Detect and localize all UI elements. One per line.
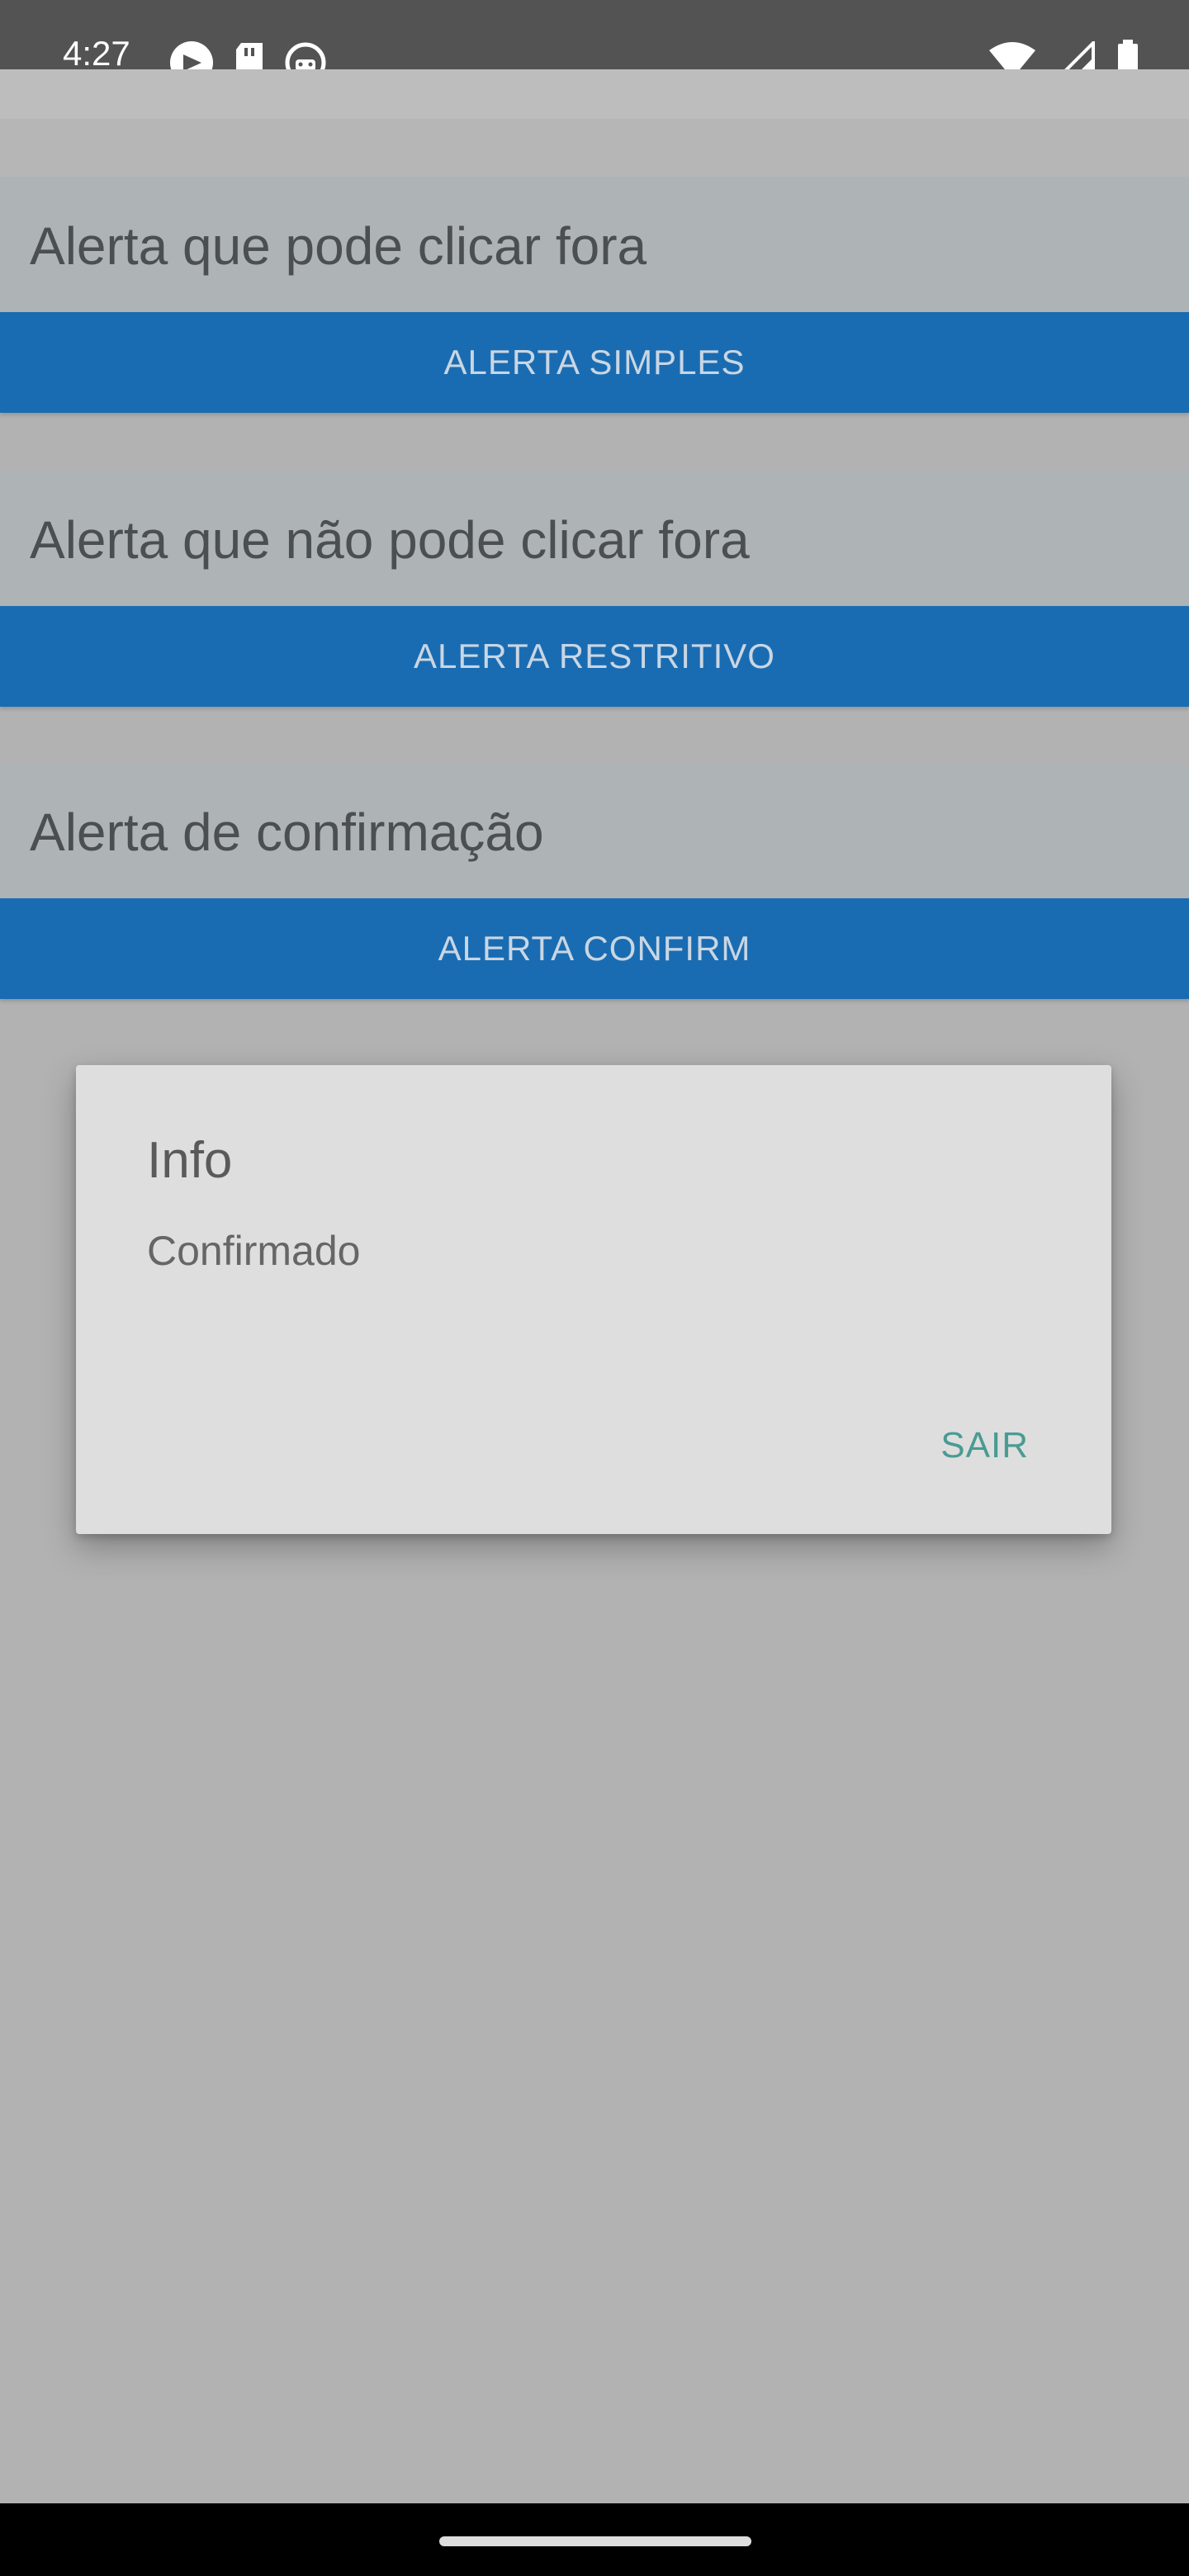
home-gesture-handle[interactable] [439, 2536, 751, 2546]
navigation-bar [0, 2503, 1189, 2576]
app-bar [0, 69, 1189, 119]
alert-simple-button[interactable]: ALERTA SIMPLES [0, 312, 1189, 413]
dialog-exit-button[interactable]: SAIR [940, 1425, 1029, 1466]
section-confirm-label: Alerta de confirmação [30, 803, 544, 862]
dialog-title: Info [147, 1132, 233, 1189]
info-dialog: Info Confirmado SAIR [76, 1065, 1111, 1534]
section-restrictive-label: Alerta que não pode clicar fora [30, 510, 750, 570]
status-bar: 4:27 [0, 0, 1189, 84]
alert-restrictive-button[interactable]: ALERTA RESTRITIVO [0, 606, 1189, 707]
alert-confirm-button[interactable]: ALERTA CONFIRM [0, 898, 1189, 999]
dialog-message: Confirmado [147, 1228, 361, 1274]
section-simple-label: Alerta que pode clicar fora [30, 216, 647, 276]
status-time: 4:27 [63, 34, 130, 73]
app-bar-shadow [0, 119, 1189, 177]
